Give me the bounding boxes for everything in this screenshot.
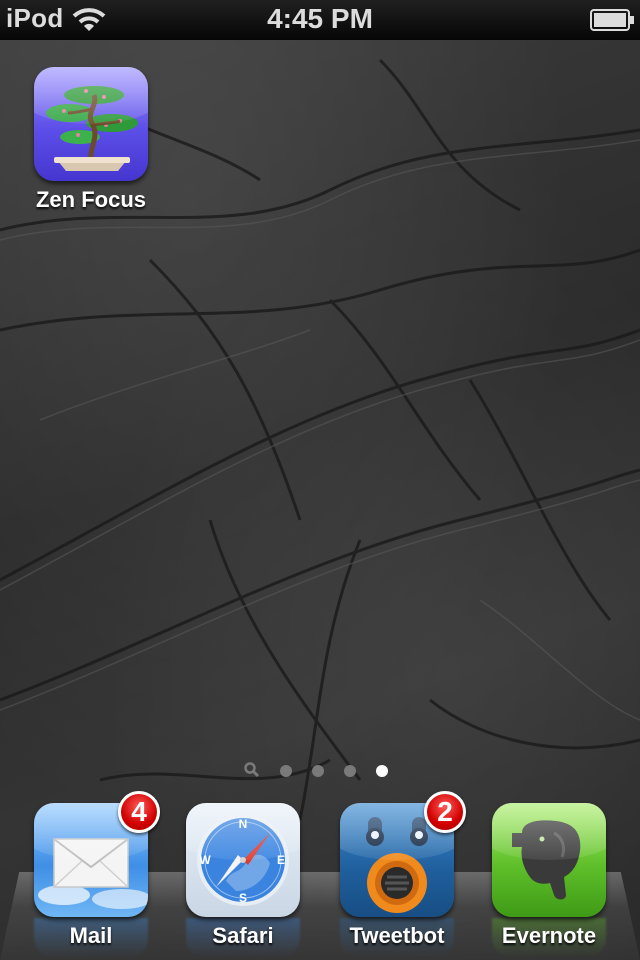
dock-app-tweetbot[interactable]: 2 Tweetbot [340, 791, 466, 948]
page-dot[interactable] [344, 765, 356, 777]
spotlight-search-icon[interactable] [244, 762, 260, 783]
status-bar: iPod 4:45 PM [0, 0, 640, 40]
safari-tile: N S W E [186, 803, 300, 917]
app-label: Zen Focus [35, 187, 146, 212]
elephant-icon [512, 820, 581, 900]
app-label: Evernote [501, 923, 597, 948]
app-label: Tweetbot [349, 923, 445, 948]
app-label: Safari [212, 923, 274, 948]
compass-icon: N S W E [197, 814, 289, 906]
clock: 4:45 PM [267, 3, 373, 34]
bonsai-tree-icon [46, 86, 138, 171]
dock-app-evernote[interactable]: Evernote [492, 803, 606, 948]
svg-text:N: N [239, 817, 248, 831]
svg-text:E: E [277, 853, 285, 867]
zen-focus-tile [34, 67, 148, 181]
battery-icon [590, 9, 636, 36]
evernote-tile [492, 803, 606, 917]
svg-text:S: S [239, 891, 247, 905]
app-zen-focus[interactable]: Zen Focus [34, 67, 148, 212]
app-label: Mail [69, 923, 113, 948]
dock-app-mail[interactable]: 4 Mail [34, 791, 160, 948]
unread-badge: 4 [118, 791, 160, 833]
page-dot-active[interactable] [376, 765, 388, 777]
page-indicator[interactable] [238, 762, 398, 780]
notification-badge: 2 [424, 791, 466, 833]
dock-app-safari[interactable]: N S W E Safari [186, 803, 300, 948]
page-dot[interactable] [280, 765, 292, 777]
svg-text:W: W [199, 853, 211, 867]
page-dot[interactable] [312, 765, 324, 777]
